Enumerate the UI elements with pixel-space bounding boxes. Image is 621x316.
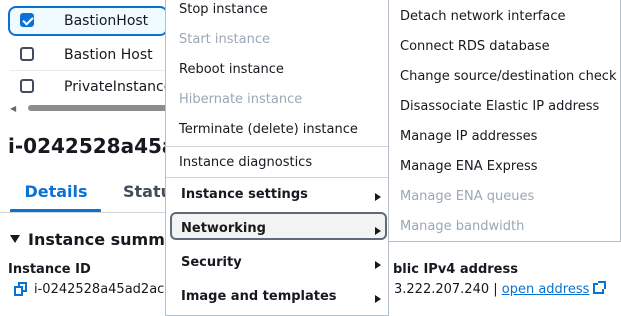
menu-group-image-and-templates[interactable]: Image and templates xyxy=(181,289,337,304)
submenu-item-connect-rds-database[interactable]: Connect RDS database xyxy=(400,39,550,54)
instance-id-text: i-0242528a45ad2ac xyxy=(34,282,165,297)
chevron-right-icon xyxy=(375,261,381,269)
external-link-icon[interactable] xyxy=(593,281,607,294)
menu-item-terminate-instance[interactable]: Terminate (delete) instance xyxy=(179,122,358,137)
submenu-item-change-source-destination-check[interactable]: Change source/destination check xyxy=(400,69,617,84)
row-checkbox-checked[interactable] xyxy=(20,13,34,27)
row-divider xyxy=(10,70,170,71)
menu-item-reboot-instance[interactable]: Reboot instance xyxy=(179,62,284,77)
instance-id-value: i-0242528a45ad2ac xyxy=(14,282,164,297)
submenu-item-detach-network-interface[interactable]: Detach network interface xyxy=(400,9,566,24)
instance-name: Bastion Host xyxy=(64,47,153,63)
instance-name: PrivateInstance xyxy=(64,79,173,95)
menu-group-instance-settings[interactable]: Instance settings xyxy=(181,187,308,202)
chevron-right-icon xyxy=(375,295,381,303)
tab-details[interactable]: Details xyxy=(10,182,102,213)
row-checkbox[interactable] xyxy=(20,47,34,61)
menu-item-instance-diagnostics[interactable]: Instance diagnostics xyxy=(179,155,312,170)
tabs-divider xyxy=(0,212,170,213)
chevron-right-icon xyxy=(375,193,381,201)
open-address-link[interactable]: open address xyxy=(502,282,590,297)
menu-item-start-instance: Start instance xyxy=(179,32,270,47)
instance-id-label: Instance ID xyxy=(8,262,91,277)
scrollbar-thumb[interactable] xyxy=(28,105,178,111)
menu-divider xyxy=(166,146,388,147)
menu-item-stop-instance[interactable]: Stop instance xyxy=(179,2,268,17)
caret-down-icon xyxy=(10,235,20,243)
row-checkbox[interactable] xyxy=(20,79,34,93)
submenu-item-manage-bandwidth: Manage bandwidth xyxy=(400,219,525,234)
public-ipv4-value: 3.222.207.240 | open address xyxy=(394,281,607,297)
submenu-item-manage-ip-addresses[interactable]: Manage IP addresses xyxy=(400,129,537,144)
menu-item-hibernate-instance: Hibernate instance xyxy=(179,92,303,107)
instance-row-privateinstance[interactable]: PrivateInstance xyxy=(10,72,173,102)
horizontal-scrollbar[interactable]: ◀ xyxy=(10,103,178,113)
instance-row-bastion-host[interactable]: Bastion Host xyxy=(10,40,170,70)
submenu-item-disassociate-elastic-ip[interactable]: Disassociate Elastic IP address xyxy=(400,99,599,114)
public-ipv4-text: 3.222.207.240 | xyxy=(394,282,498,297)
scroll-left-icon[interactable]: ◀ xyxy=(10,104,16,113)
chevron-right-icon xyxy=(375,227,381,235)
copy-icon[interactable] xyxy=(14,282,28,296)
instance-name: BastionHost xyxy=(64,13,149,29)
networking-submenu: Detach network interface Connect RDS dat… xyxy=(389,0,621,242)
public-ipv4-label: blic IPv4 address xyxy=(393,262,518,277)
instance-actions-menu: Stop instance Start instance Reboot inst… xyxy=(165,0,389,316)
instance-row-bastionhost[interactable]: BastionHost xyxy=(8,6,168,36)
submenu-item-manage-ena-express[interactable]: Manage ENA Express xyxy=(400,159,538,174)
menu-divider xyxy=(166,177,388,178)
menu-group-security[interactable]: Security xyxy=(181,255,242,270)
submenu-item-manage-ena-queues: Manage ENA queues xyxy=(400,189,535,204)
menu-group-networking[interactable]: Networking xyxy=(181,221,266,236)
